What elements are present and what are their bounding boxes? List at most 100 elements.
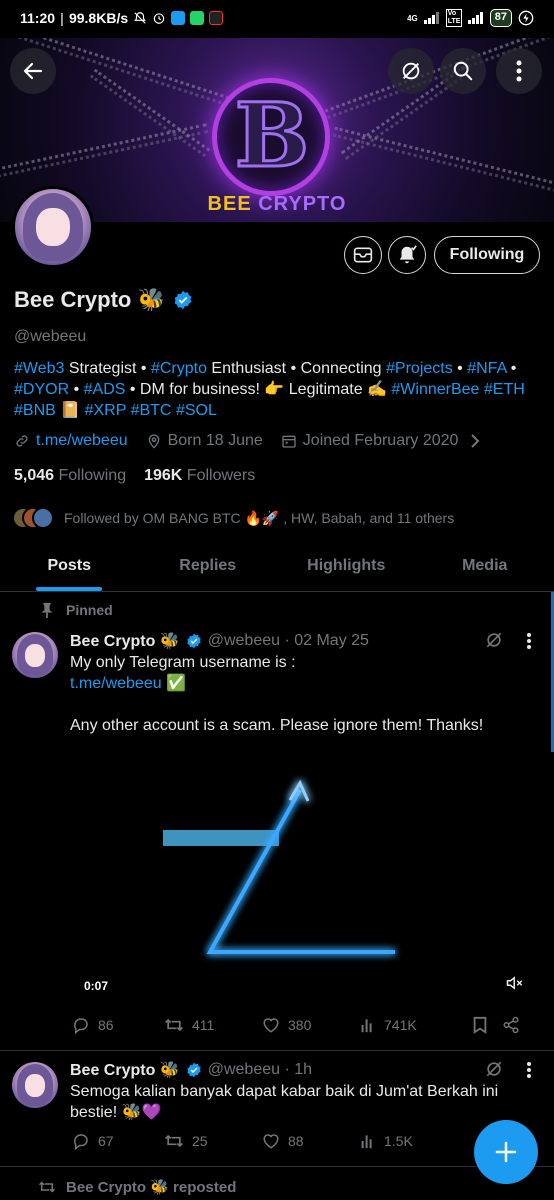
grok-icon[interactable]	[484, 630, 504, 650]
tweet-divider	[0, 1166, 554, 1167]
profile-joined: Joined February 2020	[302, 432, 459, 449]
repost-indicator: Bee Crypto 🐝 reposted	[38, 1178, 236, 1196]
reply-icon	[72, 1132, 90, 1150]
tweet-header: Bee Crypto 🐝 @webeeu · 1h	[70, 1060, 312, 1080]
status-bar: 11:20 | 99.8KB/s 4G Vo LTE 87	[0, 0, 554, 38]
views-icon	[360, 1017, 376, 1033]
tweet-video[interactable]: 0:07	[70, 745, 542, 1005]
tweet-link[interactable]: t.me/webeeu	[70, 675, 162, 692]
reply-button[interactable]: 67	[72, 1132, 164, 1150]
following-count-link[interactable]: 5,046 Following	[14, 467, 126, 485]
tweet-author-name[interactable]: Bee Crypto 🐝	[70, 1060, 180, 1080]
signal-2-icon	[467, 12, 484, 24]
more-vertical-icon	[516, 60, 522, 82]
tweet-handle-date: @webeeu · 02 May 25	[207, 632, 369, 649]
tweet-avatar[interactable]	[12, 632, 58, 678]
bio-hashtag[interactable]: #WinnerBee	[391, 381, 479, 398]
bio-hashtag[interactable]: #ADS	[84, 381, 126, 398]
tweet-actions: 86 411 380 741K	[72, 1016, 532, 1034]
bio-hashtag[interactable]: #BTC	[131, 402, 172, 419]
repost-button[interactable]: 411	[164, 1016, 262, 1034]
chevron-right-icon[interactable]	[470, 434, 480, 448]
display-name: Bee Crypto 🐝	[14, 287, 165, 312]
profile-meta: t.me/webeeu Born 18 June Joined February…	[14, 432, 480, 450]
compose-button[interactable]	[474, 1120, 538, 1184]
bio-hashtag[interactable]: #SOL	[176, 402, 217, 419]
message-button[interactable]	[344, 236, 382, 274]
profile-avatar[interactable]	[12, 186, 94, 268]
bio-text: •	[506, 360, 517, 377]
reply-button[interactable]: 86	[72, 1016, 164, 1034]
video-bar	[163, 830, 279, 846]
back-button[interactable]	[10, 48, 56, 94]
views-button[interactable]: 1.5K	[360, 1133, 458, 1149]
bio-hashtag[interactable]: #Projects	[386, 360, 453, 377]
pinned-text: Pinned	[66, 602, 113, 618]
like-button[interactable]: 380	[262, 1016, 360, 1034]
bio-text: •	[452, 360, 468, 377]
grok-icon[interactable]	[484, 1059, 504, 1079]
tab-replies[interactable]: Replies	[139, 548, 278, 591]
profile-bio: #Web3 Strategist • #Crypto Enthusiast • …	[14, 358, 544, 421]
following-count: 5,046	[14, 467, 55, 484]
bio-hashtag[interactable]: #Crypto	[151, 360, 207, 377]
bio-hashtag[interactable]: #ETH	[484, 381, 525, 398]
alarm-icon	[152, 11, 166, 25]
bio-hashtag[interactable]: #XRP	[85, 402, 127, 419]
repost-button[interactable]: 25	[164, 1132, 262, 1150]
tweet-author-name[interactable]: Bee Crypto 🐝	[70, 631, 180, 651]
share-icon[interactable]	[502, 1016, 520, 1034]
search-icon	[452, 60, 474, 82]
tab-media[interactable]: Media	[416, 548, 554, 591]
more-vertical-icon[interactable]	[526, 1061, 532, 1079]
profile-link[interactable]: t.me/webeeu	[36, 432, 128, 450]
bio-hashtag[interactable]: #DYOR	[14, 381, 69, 398]
tweet-line: Any other account is a scam. Please igno…	[70, 717, 484, 734]
views-count: 741K	[384, 1017, 417, 1033]
tweet-avatar[interactable]	[12, 1062, 58, 1108]
verified-icon	[186, 1062, 202, 1078]
like-button[interactable]: 88	[262, 1132, 360, 1150]
bio-hashtag[interactable]: #NFA	[467, 360, 506, 377]
search-button[interactable]	[440, 48, 486, 94]
verified-icon	[173, 290, 193, 310]
follow-counts: 5,046 Following 196K Followers	[14, 467, 255, 485]
tweet-actions: 67 25 88 1.5K	[72, 1132, 472, 1150]
more-options-button[interactable]	[496, 48, 542, 94]
mute-icon[interactable]	[506, 975, 524, 991]
signal-icon	[423, 12, 440, 24]
repost-icon	[164, 1016, 184, 1034]
followers-count: 196K	[144, 467, 183, 484]
repost-icon	[38, 1179, 56, 1195]
notifications-button[interactable]	[388, 236, 426, 274]
followers-count-link[interactable]: 196K Followers	[144, 467, 255, 485]
mail-icon	[353, 246, 373, 264]
follower-avatars	[12, 507, 54, 529]
whatsapp-app-icon	[190, 11, 205, 25]
followed-by[interactable]: Followed by OM BANG BTC 🔥🚀 , HW, Babah, …	[12, 507, 454, 529]
bio-hashtag[interactable]: #Web3	[14, 360, 64, 377]
verified-icon	[186, 633, 202, 649]
more-vertical-icon[interactable]	[526, 632, 532, 650]
bio-text: • DM for business! 👉 Legitimate ✍️	[125, 381, 392, 398]
views-button[interactable]: 741K	[360, 1017, 458, 1033]
following-count-label: Following	[58, 467, 127, 484]
like-count: 88	[288, 1133, 304, 1149]
following-button[interactable]: Following	[434, 236, 540, 274]
bio-text: 📔	[55, 402, 85, 419]
grok-button[interactable]	[388, 48, 434, 94]
bio-hashtag[interactable]: #BNB	[14, 402, 56, 419]
tab-active-indicator	[36, 587, 103, 591]
video-timestamp: 0:07	[84, 979, 109, 993]
tweet-handle-date: @webeeu · 1h	[207, 1061, 313, 1078]
views-icon	[360, 1133, 376, 1149]
bookmark-icon[interactable]	[458, 1016, 502, 1034]
tab-posts[interactable]: Posts	[0, 548, 139, 591]
repost-count: 25	[192, 1133, 208, 1149]
link-icon	[14, 433, 30, 449]
tab-highlights[interactable]: Highlights	[277, 548, 416, 591]
plus-icon	[494, 1140, 518, 1164]
repost-icon	[164, 1132, 184, 1150]
tab-posts-label: Posts	[47, 557, 92, 574]
logo-letter: B	[233, 83, 310, 187]
